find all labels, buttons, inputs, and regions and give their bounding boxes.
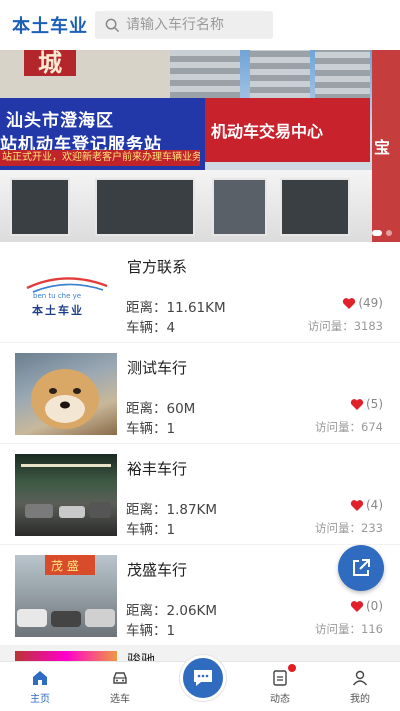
dealer-vehicles: 车辆：1 xyxy=(126,623,176,639)
dealer-distance: 距离：1.87KM xyxy=(126,502,218,518)
list-item[interactable]: 测试车行 距离：60M 车辆：1 (5) 访问量：674 xyxy=(0,343,400,443)
heart-icon xyxy=(350,499,364,511)
tab-feed[interactable]: 动态 xyxy=(240,662,320,711)
message-center-button[interactable] xyxy=(180,655,226,701)
top-bar: 本土车业 xyxy=(0,0,400,50)
like-button[interactable]: (5) xyxy=(350,397,383,411)
dealer-photo xyxy=(15,454,117,536)
list-item[interactable]: ben tu che ye 本土车业 官方联系 距离：11.61KM 车辆：4 … xyxy=(0,242,400,342)
tab-mine[interactable]: 我的 xyxy=(320,662,400,711)
chat-icon xyxy=(194,670,212,686)
like-button[interactable]: (4) xyxy=(350,498,383,512)
visit-count: 访问量：674 xyxy=(315,420,383,434)
dealer-distance: 距离：2.06KM xyxy=(126,603,218,619)
svg-text:本土车业: 本土车业 xyxy=(32,303,84,317)
like-count: (49) xyxy=(358,296,383,310)
feed-icon xyxy=(273,670,287,686)
dealer-photo: 茂 盛 xyxy=(15,555,117,637)
dealer-vehicles: 车辆：1 xyxy=(126,421,176,437)
svg-text:ben tu che ye: ben tu che ye xyxy=(33,292,81,300)
dealer-vehicles: 车辆：1 xyxy=(126,522,176,538)
external-link-icon xyxy=(353,559,370,576)
like-count: (4) xyxy=(366,498,383,512)
visit-count: 访问量：3183 xyxy=(307,319,383,333)
dealer-vehicles: 车辆：4 xyxy=(126,320,176,336)
search-icon xyxy=(105,18,120,32)
like-count: (0) xyxy=(366,599,383,613)
tab-home[interactable]: 主页 xyxy=(0,662,80,711)
dealer-photo-peek xyxy=(15,651,117,661)
like-count: (5) xyxy=(366,397,383,411)
visit-count: 访问量：116 xyxy=(315,622,383,636)
search-box[interactable] xyxy=(95,11,273,39)
dealer-name: 测试车行 xyxy=(127,359,188,377)
carousel-dots xyxy=(372,230,392,236)
dealer-list: ben tu che ye 本土车业 官方联系 距离：11.61KM 车辆：4 … xyxy=(0,242,400,646)
dealer-name: 茂盛车行 xyxy=(127,561,188,579)
dealer-name: 官方联系 xyxy=(127,258,188,276)
dealer-distance: 距离：11.61KM xyxy=(126,300,226,316)
dealer-distance: 距离：60M xyxy=(126,401,196,417)
heart-icon xyxy=(350,398,364,410)
banner-red-sign: 机动车交易中心 xyxy=(205,98,370,162)
dealer-logo: ben tu che ye 本土车业 xyxy=(15,252,117,334)
banner-sign-top: 城 xyxy=(24,50,76,76)
banner-carousel[interactable]: 城 汕头市澄海区 站机动车登记服务站 机动车交易中心 站正式开业，欢迎新老客户前… xyxy=(0,50,400,242)
heart-icon xyxy=(350,600,364,612)
like-button[interactable]: (49) xyxy=(342,296,383,310)
notification-dot xyxy=(288,664,296,672)
dealer-name: 裕丰车行 xyxy=(127,460,188,478)
dealer-photo xyxy=(15,353,117,435)
search-input[interactable] xyxy=(126,17,266,33)
dealer-name-peek: 骏驰 xyxy=(127,653,155,661)
banner-side-sign: 宝 xyxy=(372,50,400,242)
list-item[interactable]: 裕丰车行 距离：1.87KM 车辆：1 (4) 访问量：233 xyxy=(0,444,400,544)
home-icon xyxy=(33,671,47,685)
banner-strip: 站正式开业，欢迎新老客户前来办理车辆业务！ xyxy=(0,150,200,166)
car-icon xyxy=(113,672,127,684)
tab-pick-car[interactable]: 选车 xyxy=(80,662,160,711)
like-button[interactable]: (0) xyxy=(350,599,383,613)
visit-count: 访问量：233 xyxy=(315,521,383,535)
heart-icon xyxy=(343,297,356,309)
user-icon xyxy=(352,670,368,686)
share-float-button[interactable] xyxy=(338,545,384,591)
app-logo: 本土车业 xyxy=(12,16,88,37)
svg-text:茂 盛: 茂 盛 xyxy=(51,558,79,573)
